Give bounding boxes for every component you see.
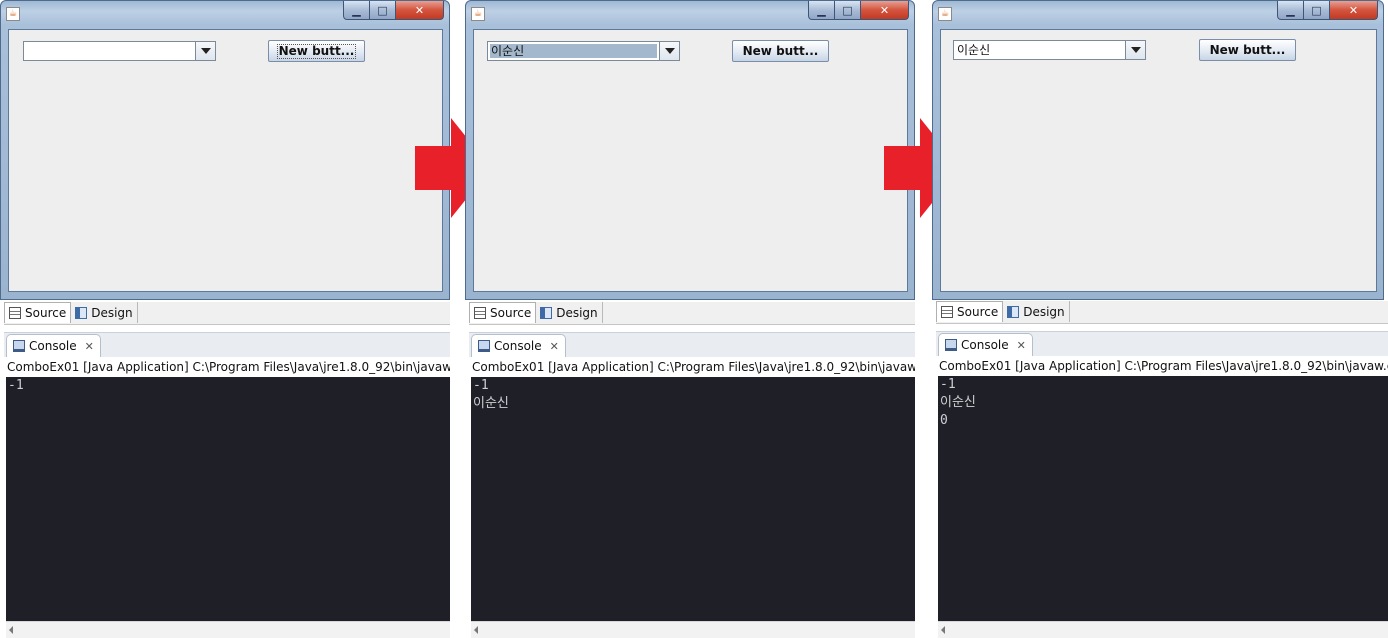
- tab-source-label: Source: [957, 305, 999, 319]
- horizontal-scrollbar[interactable]: [471, 621, 915, 638]
- horizontal-scrollbar[interactable]: [6, 621, 450, 638]
- java-app-icon: ☕: [938, 7, 952, 21]
- window-controls: ▁ □ ✕: [343, 1, 444, 20]
- console-line: 이순신: [473, 396, 509, 411]
- source-icon: [9, 307, 21, 319]
- console-line: -1: [940, 377, 956, 392]
- console-icon: [13, 340, 25, 352]
- tab-source[interactable]: Source: [4, 302, 72, 323]
- combo-box[interactable]: 이순신: [953, 40, 1146, 60]
- launch-description: ComboEx01 [Java Application] C:\Program …: [7, 360, 450, 374]
- close-button[interactable]: ✕: [396, 1, 444, 20]
- tab-console-label: Console: [494, 339, 542, 353]
- minimize-button[interactable]: ▁: [343, 1, 370, 20]
- console-view-bar: Console ✕: [4, 332, 450, 357]
- combo-value: 이순신: [490, 44, 657, 58]
- console-output[interactable]: -1 이순신 0: [938, 376, 1388, 622]
- dropdown-arrow-icon[interactable]: [1125, 41, 1145, 59]
- java-app-icon: ☕: [471, 7, 485, 21]
- scroll-left-icon[interactable]: [9, 626, 13, 634]
- tab-console[interactable]: Console ✕: [471, 334, 566, 357]
- new-button-label: New butt...: [1209, 42, 1286, 57]
- content-pane: 이순신 New butt...: [940, 29, 1377, 292]
- maximize-button[interactable]: □: [370, 1, 396, 20]
- content-pane: New butt...: [8, 29, 443, 292]
- launch-description: ComboEx01 [Java Application] C:\Program …: [939, 359, 1388, 373]
- scroll-left-icon[interactable]: [941, 626, 945, 634]
- close-button[interactable]: ✕: [1330, 1, 1378, 20]
- editor-tabs: Source Design: [4, 302, 450, 325]
- console-line: 0: [940, 413, 948, 428]
- editor-tabs: Source Design: [936, 301, 1388, 324]
- tab-console-label: Console: [961, 338, 1009, 352]
- minimize-button[interactable]: ▁: [1277, 1, 1304, 20]
- tab-design[interactable]: Design: [71, 302, 138, 323]
- source-icon: [941, 306, 953, 318]
- dropdown-arrow-icon[interactable]: [659, 42, 679, 60]
- tab-source-label: Source: [490, 306, 532, 320]
- close-button[interactable]: ✕: [861, 1, 909, 20]
- design-icon: [540, 306, 553, 319]
- console-view-bar: Console ✕: [469, 332, 915, 357]
- tab-design[interactable]: Design: [536, 302, 603, 323]
- new-button[interactable]: New butt...: [268, 40, 365, 62]
- console-icon: [478, 340, 490, 352]
- tab-console[interactable]: Console ✕: [938, 333, 1033, 356]
- dropdown-arrow-icon[interactable]: [195, 42, 215, 60]
- editor-tabs: Source Design: [469, 302, 915, 325]
- close-tab-icon[interactable]: ✕: [1017, 339, 1026, 352]
- design-icon: [75, 306, 88, 319]
- tab-console[interactable]: Console ✕: [6, 334, 101, 357]
- console-line: -1: [8, 378, 24, 393]
- new-button[interactable]: New butt...: [732, 40, 829, 62]
- close-tab-icon[interactable]: ✕: [85, 340, 94, 353]
- combo-box[interactable]: [23, 41, 216, 61]
- window-controls: ▁ □ ✕: [1277, 1, 1378, 20]
- scroll-left-icon[interactable]: [474, 626, 478, 634]
- screen-step-3: ☕ ▁ □ ✕ 이순신 New butt... Source Design Co…: [932, 0, 1388, 638]
- console-view-bar: Console ✕: [936, 331, 1388, 356]
- screen-step-2: ☕ ▁ □ ✕ 이순신 New butt... Source Design Co…: [465, 0, 915, 638]
- combo-value: 이순신: [957, 43, 991, 57]
- tab-design-label: Design: [1023, 304, 1065, 319]
- tab-source-label: Source: [25, 306, 67, 320]
- source-icon: [474, 307, 486, 319]
- tab-console-label: Console: [29, 339, 77, 353]
- swing-window: ☕ ▁ □ ✕ 이순신 New butt...: [465, 0, 915, 300]
- tab-design[interactable]: Design: [1003, 301, 1070, 322]
- maximize-button[interactable]: □: [1304, 1, 1330, 20]
- combo-box[interactable]: 이순신: [487, 41, 680, 61]
- java-app-icon: ☕: [6, 7, 20, 21]
- tab-design-label: Design: [556, 305, 598, 320]
- swing-window: ☕ ▁ □ ✕ 이순신 New butt...: [932, 0, 1384, 300]
- close-tab-icon[interactable]: ✕: [550, 340, 559, 353]
- console-icon: [945, 339, 957, 351]
- horizontal-scrollbar[interactable]: [938, 621, 1388, 638]
- design-icon: [1007, 305, 1020, 318]
- minimize-button[interactable]: ▁: [808, 1, 835, 20]
- screen-step-1: ☕ ▁ □ ✕ New butt... Source Design Consol…: [0, 0, 450, 638]
- console-output[interactable]: -1: [6, 377, 450, 622]
- combo-value: [26, 44, 193, 58]
- new-button-label: New butt...: [276, 43, 357, 59]
- swing-window: ☕ ▁ □ ✕ New butt...: [0, 0, 450, 300]
- new-button-label: New butt...: [742, 43, 819, 58]
- tab-source[interactable]: Source: [469, 302, 537, 323]
- content-pane: 이순신 New butt...: [473, 29, 908, 292]
- window-controls: ▁ □ ✕: [808, 1, 909, 20]
- tab-design-label: Design: [91, 305, 133, 320]
- console-line: -1: [473, 378, 489, 393]
- maximize-button[interactable]: □: [835, 1, 861, 20]
- tab-source[interactable]: Source: [936, 301, 1004, 322]
- console-output[interactable]: -1 이순신: [471, 377, 915, 622]
- console-line: 이순신: [940, 395, 976, 410]
- new-button[interactable]: New butt...: [1199, 39, 1296, 61]
- launch-description: ComboEx01 [Java Application] C:\Program …: [472, 360, 915, 374]
